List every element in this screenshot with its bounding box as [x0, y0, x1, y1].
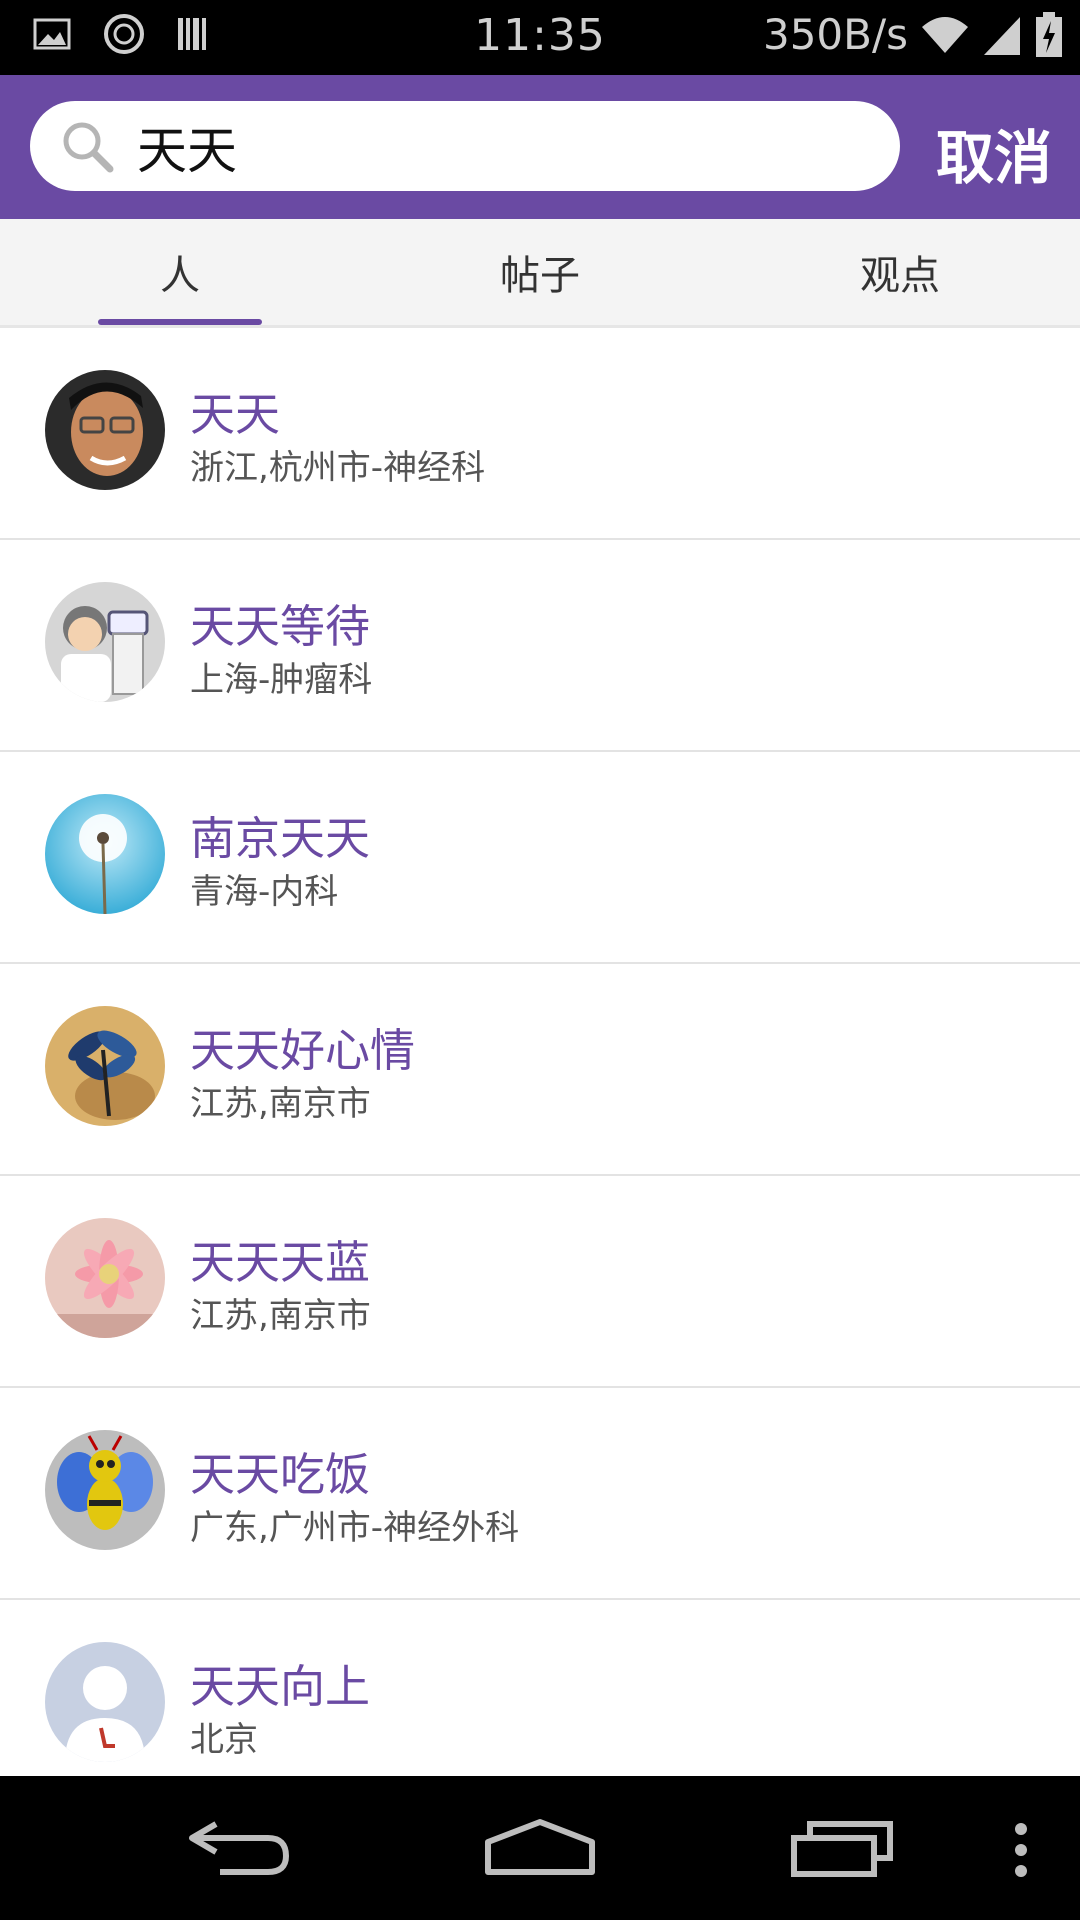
signal-icon — [984, 16, 1020, 55]
result-name: 天天吃饭 — [190, 1448, 371, 1501]
list-item[interactable]: 天天 浙江,杭州市-神经科 — [0, 328, 1080, 540]
result-name: 天天 — [190, 388, 281, 441]
dandelion-avatar — [45, 794, 165, 914]
network-speed: 350B/s — [762, 10, 908, 59]
list-item[interactable]: 南京天天 青海-内科 — [0, 752, 1080, 964]
tab-posts[interactable]: 帖子 — [360, 219, 720, 325]
result-location: 上海-肿瘤科 — [190, 660, 373, 700]
results-list: 天天 浙江,杭州市-神经科 天天等待 上海-肿瘤科 南京天天 青海-内科 天天好… — [0, 328, 1080, 1812]
list-item[interactable]: 天天吃饭 广东,广州市-神经外科 — [0, 1388, 1080, 1600]
cancel-button[interactable]: 取消 — [936, 111, 1052, 195]
wifi-icon — [922, 16, 968, 53]
back-icon[interactable] — [186, 1816, 292, 1880]
dragonfly-avatar — [45, 1006, 165, 1126]
result-name: 南京天天 — [190, 812, 371, 865]
status-bar: 11:35 350B/s — [0, 0, 1080, 75]
bee-avatar — [45, 1430, 165, 1550]
result-name: 天天向上 — [190, 1660, 371, 1713]
result-location: 浙江,杭州市-神经科 — [190, 448, 486, 488]
pink-flower-avatar — [45, 1218, 165, 1338]
result-tabs: 人 帖子 观点 — [0, 219, 1080, 328]
list-item[interactable]: 天天等待 上海-肿瘤科 — [0, 540, 1080, 752]
result-location: 江苏,南京市 — [190, 1084, 371, 1124]
result-name: 天天好心情 — [190, 1024, 416, 1077]
overflow-menu-icon[interactable] — [1010, 1822, 1032, 1878]
search-header: 取消 — [0, 75, 1080, 219]
result-location: 江苏,南京市 — [190, 1296, 371, 1336]
default-avatar — [45, 1642, 165, 1762]
search-input[interactable] — [135, 111, 869, 183]
navigation-bar — [0, 1776, 1080, 1920]
tab-opinions[interactable]: 观点 — [720, 219, 1080, 325]
list-item[interactable]: 天天好心情 江苏,南京市 — [0, 964, 1080, 1176]
result-location: 北京 — [190, 1720, 258, 1760]
search-icon — [63, 122, 114, 173]
search-box[interactable] — [30, 101, 900, 191]
result-name: 天天等待 — [190, 600, 371, 653]
result-location: 青海-内科 — [190, 872, 339, 912]
man-with-glasses-avatar — [45, 370, 165, 490]
result-location: 广东,广州市-神经外科 — [190, 1508, 520, 1548]
list-item[interactable]: 天天天蓝 江苏,南京市 — [0, 1176, 1080, 1388]
home-icon[interactable] — [484, 1816, 596, 1880]
tab-people[interactable]: 人 — [0, 219, 360, 325]
battery-icon — [1036, 11, 1062, 57]
result-name: 天天天蓝 — [190, 1236, 371, 1289]
cartoon-doctor-avatar — [45, 582, 165, 702]
recent-apps-icon[interactable] — [790, 1816, 896, 1880]
